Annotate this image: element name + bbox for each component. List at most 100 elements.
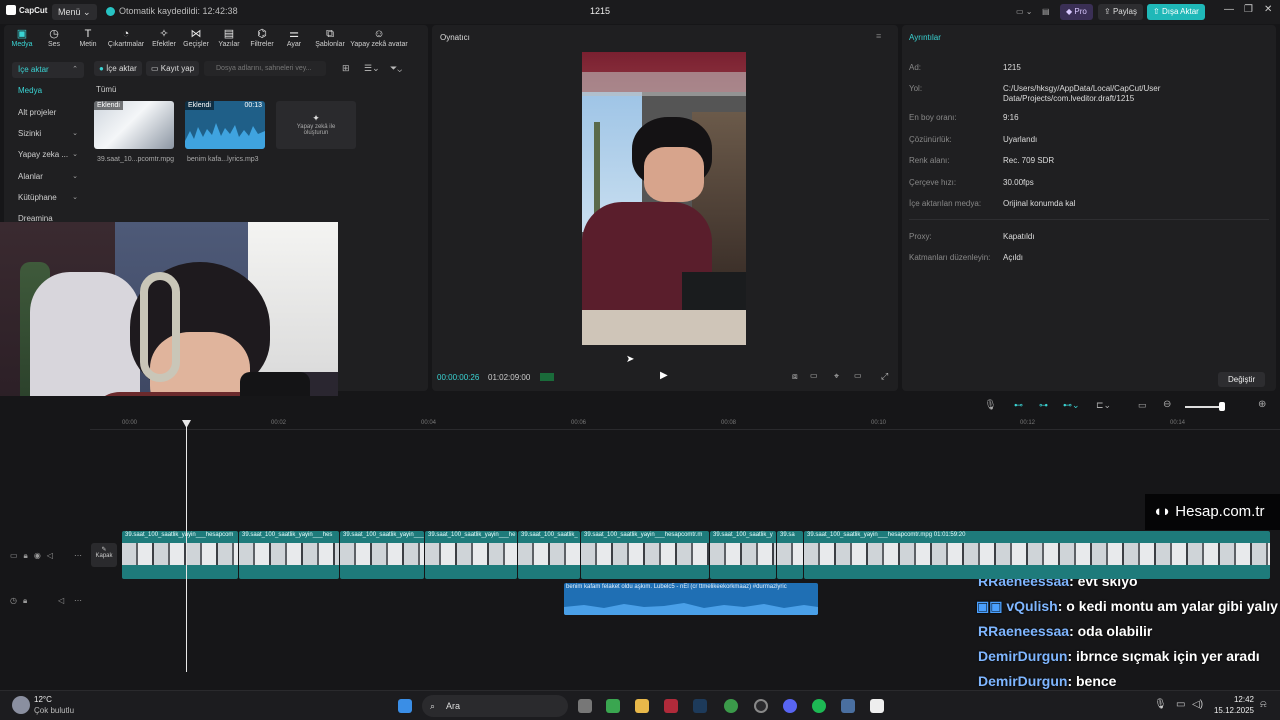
player-menu-icon[interactable]: ≡ [876,31,881,41]
track-more-icon[interactable]: ⋯ [74,596,82,605]
sidebar-item-spaces[interactable]: Alanlar ⌄ [12,169,84,185]
discord-icon[interactable] [783,699,797,713]
video-clip[interactable]: 39.saat_100_saatlik_y [710,531,776,579]
tool-stickers[interactable]: ◔ Çıkartmalar [106,27,146,48]
steam-icon[interactable] [693,699,707,713]
tool-label: Yapay zekâ avatar [350,41,408,48]
tool-adjust[interactable]: ⚌ Ayar [274,27,314,48]
snap-icon[interactable]: ⊷⌄ [1063,400,1080,411]
detail-value: Rec. 709 SDR [1003,156,1055,165]
video-clip[interactable]: 39.saat_100_saatlik_yayin___hesapcomtr.m… [804,531,1270,579]
tool-text[interactable]: T Metin [68,27,108,48]
fullscreen-icon[interactable]: ⤢ [881,371,888,382]
video-clip[interactable]: 39.saat_100_saatlik_yayin___hes [239,531,339,579]
spotify-icon[interactable] [812,699,826,713]
video-clip[interactable]: 39.saat_100_saatlik_yayin___he [425,531,517,579]
video-preview[interactable] [582,52,746,345]
tool-ai-avatar[interactable]: ☺ Yapay zekâ avatar [349,27,409,48]
playhead-handle[interactable] [182,420,191,428]
filter-icon[interactable]: ⏷⌄ [390,63,402,74]
pro-button[interactable]: ◆ Pro [1060,4,1093,20]
sidebar-item-yours[interactable]: Sizinki ⌄ [12,126,84,142]
screenshot-icon[interactable]: ⌖ [834,371,839,382]
sidebar-item-media[interactable]: Medya [12,83,84,99]
play-icon[interactable]: ▶ [660,370,668,381]
sort-icon[interactable]: ☰⌄ [364,63,380,74]
sidebar-label: Sizinki [18,129,42,138]
app-icon[interactable] [754,699,768,713]
crop-icon[interactable]: ⧈ [792,371,798,382]
clock-time[interactable]: 12:42 [1230,695,1254,704]
zoom-slider-handle[interactable] [1219,402,1225,411]
track-more-icon[interactable]: ⋯ [74,551,82,560]
video-clip[interactable]: 39.saat_100_saatlik_yayin___hesapcomtr.m [581,531,709,579]
close-icon[interactable]: ✕ [1264,4,1272,15]
split-icon[interactable]: ⊏⌄ [1096,400,1111,411]
sidebar-label: Kütüphane [18,193,57,202]
app-icon[interactable] [841,699,855,713]
export-button[interactable]: ⇧ Dışa Aktar [1147,4,1205,20]
xbox-icon[interactable] [606,699,620,713]
weather-icon[interactable] [12,696,30,714]
chrome-icon[interactable] [724,699,738,713]
playhead[interactable] [186,420,187,672]
import-button[interactable]: ● İçe aktar [94,61,142,76]
quality-icon[interactable]: ▭ [810,371,818,380]
autosave-text: Otomatik kaydedildi: 12:42:38 [119,6,238,16]
volume-icon[interactable]: ◁) [1192,699,1203,710]
sidebar-item-ai[interactable]: Yapay zeka ... ⌄ [12,147,84,163]
grid-view-icon[interactable]: ⊞ [342,63,350,74]
detail-value: Açıldı [1003,253,1024,262]
media-search-input[interactable]: Dosya adlarını, sahneleri vey... [204,61,326,76]
media-thumb-video[interactable]: Eklendi [94,101,174,149]
ratio-icon[interactable]: ▭ [854,371,862,380]
sidebar-item-import[interactable]: İçe aktar ⌃ [12,62,84,78]
clock-date[interactable]: 15.12.2025 [1212,706,1254,715]
chat-user: vQulish [1006,598,1058,614]
zoom-fit-icon[interactable]: ⊕ [1258,399,1266,410]
project-name[interactable]: 1215 [590,6,610,16]
audio-volume-icon[interactable]: ◁ [58,596,64,605]
cover-button[interactable]: ✎ Kapak [91,543,117,567]
video-clip[interactable]: 39.saat_100_saatlik_yayin___hesapcom [122,531,238,579]
sidebar-item-library[interactable]: Kütüphane ⌄ [12,190,84,206]
network-icon[interactable]: ▭ [1176,699,1185,710]
mic-tray-icon[interactable]: 🎙︎ [1154,699,1167,710]
video-track-controls[interactable]: ▭🔒︎◉◁ [10,551,59,561]
capcut-taskbar-icon[interactable] [870,699,884,713]
windows-start-icon[interactable] [398,699,412,713]
filter-all-label[interactable]: Tümü [96,85,116,94]
shortcuts-icon[interactable]: ▤ [1036,4,1056,20]
minimize-icon[interactable]: — [1224,4,1234,15]
video-clip[interactable]: 39.saat_100_saatlik_yayin___he [340,531,424,579]
audio-track-controls[interactable]: ◷🔒︎ [10,596,33,606]
modify-button[interactable]: Değiştir [1218,372,1266,387]
link-icon[interactable]: ⊷ [1014,400,1023,411]
video-clip[interactable]: 39.saat_100_saatlik_ [518,531,580,579]
weather-temp[interactable]: 12°C [34,695,52,704]
tool-templates[interactable]: ⧉ Şablonlar [310,27,350,48]
file-explorer-icon[interactable] [635,699,649,713]
caption-toggle-icon[interactable]: ▭ [1138,400,1147,411]
layout-icon[interactable]: ▭ ⌄ [1010,4,1038,20]
taskbar-search[interactable]: ⌕ Ara [422,695,568,717]
weather-desc[interactable]: Çok bulutlu [34,706,74,715]
ai-create-card[interactable]: ✦ Yapay zekâ ile oluşturun [276,101,356,149]
audio-clip[interactable]: benim kafam felaket oldu aşkım. Lubelc5 … [564,583,818,615]
video-clip[interactable]: 39.sa [777,531,803,579]
mic-icon[interactable]: 🎙︎ [984,400,997,411]
media-thumb-audio[interactable]: Eklendi 00:13 [185,101,265,149]
zoom-slider[interactable] [1185,406,1223,408]
zoom-out-icon[interactable]: ⊖ [1163,399,1171,410]
maximize-icon[interactable]: ❐ [1244,4,1253,15]
notification-icon[interactable]: ⍾ [1260,699,1267,710]
task-view-icon[interactable] [578,699,592,713]
sidebar-item-subprojects[interactable]: Alt projeler [12,105,84,121]
magnet-icon[interactable]: ⊶ [1039,400,1048,411]
share-button[interactable]: ⇪ Paylaş [1098,4,1143,20]
clip-title: 39.saat_100_saatlik_y [713,532,773,538]
menu-button[interactable]: Menü ⌄ [52,4,97,20]
details-title: Ayrıntılar [909,33,941,42]
app-icon[interactable] [664,699,678,713]
record-button[interactable]: ▭ Kayıt yap [146,61,200,76]
